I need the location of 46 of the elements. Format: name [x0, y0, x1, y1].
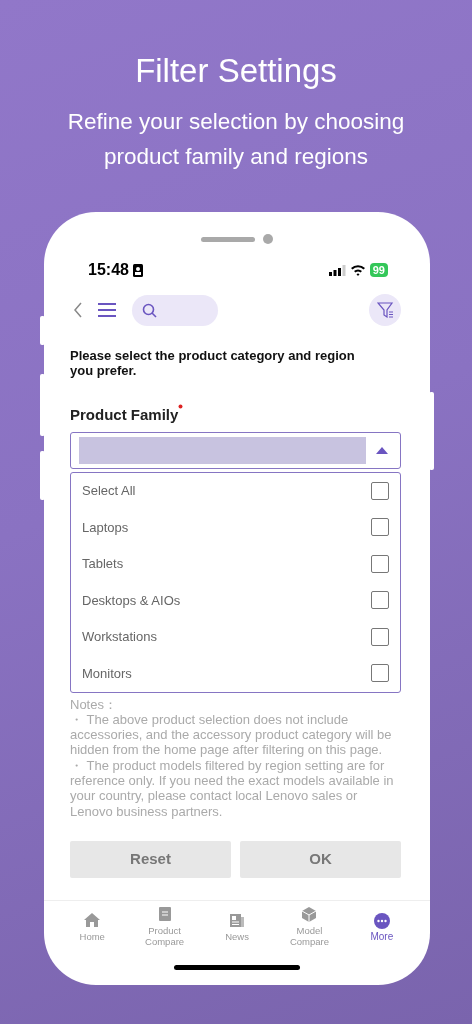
option-label: Workstations [82, 628, 157, 646]
speaker-grille [201, 236, 255, 242]
cube-icon [301, 907, 318, 923]
option-label: Laptops [82, 518, 129, 537]
newspaper-icon [229, 912, 245, 929]
tab-item[interactable]: Model Compare [273, 901, 346, 953]
search-field[interactable] [132, 294, 218, 326]
more-icon [373, 912, 390, 929]
notes-title: Notes： [70, 696, 118, 712]
dropdown-field[interactable] [70, 431, 401, 469]
home-icon [84, 912, 101, 929]
instruction-text: Please select the product category and region you prefer. [70, 348, 356, 378]
camera-lens [263, 234, 273, 244]
option-label: Select All [82, 482, 136, 500]
tab-item[interactable]: Product Compare [128, 901, 201, 953]
option-label: Desktops & AIOs [82, 591, 181, 610]
filter-icon [376, 302, 394, 318]
checkbox[interactable] [371, 664, 389, 683]
checkbox[interactable] [371, 554, 389, 573]
battery-level: 99 [369, 263, 388, 277]
option-label: Monitors [82, 664, 132, 683]
checkbox[interactable] [371, 518, 389, 537]
page-subtitle: Refine your selection by choosing product family and regions [66, 108, 406, 171]
tab-item[interactable]: More [345, 901, 419, 953]
checkbox[interactable] [371, 627, 389, 646]
menu-icon [98, 303, 116, 317]
document-icon [156, 907, 173, 923]
back-icon [74, 302, 82, 318]
note-text: ・ The above product selection does not include accessories, and the accessory product category will be hidden from the home page after filtering on this page. [70, 711, 393, 758]
status-time: 15:48 [88, 260, 129, 280]
wifi-icon [349, 264, 366, 276]
search-icon [142, 302, 157, 318]
caret-icon [376, 445, 388, 455]
tab-item[interactable]: News [200, 901, 274, 953]
checkbox[interactable] [371, 591, 389, 610]
field-label: Product Family [70, 405, 179, 425]
menu-button[interactable] [98, 303, 116, 317]
id-card-icon [132, 263, 143, 277]
back-button[interactable] [74, 302, 82, 318]
option-label: Tablets [82, 555, 124, 573]
signal-icon [328, 264, 346, 276]
page-title: Filter Settings [134, 51, 338, 90]
note-text: ・ The product models filtered by region setting are for reference only. If you need the exact models available in your country, please contact local Lenovo sales or Lenovo business partners. [70, 757, 395, 819]
checkbox[interactable] [371, 481, 389, 500]
filter-button[interactable] [369, 294, 401, 326]
tab-item[interactable]: Home [56, 901, 129, 953]
